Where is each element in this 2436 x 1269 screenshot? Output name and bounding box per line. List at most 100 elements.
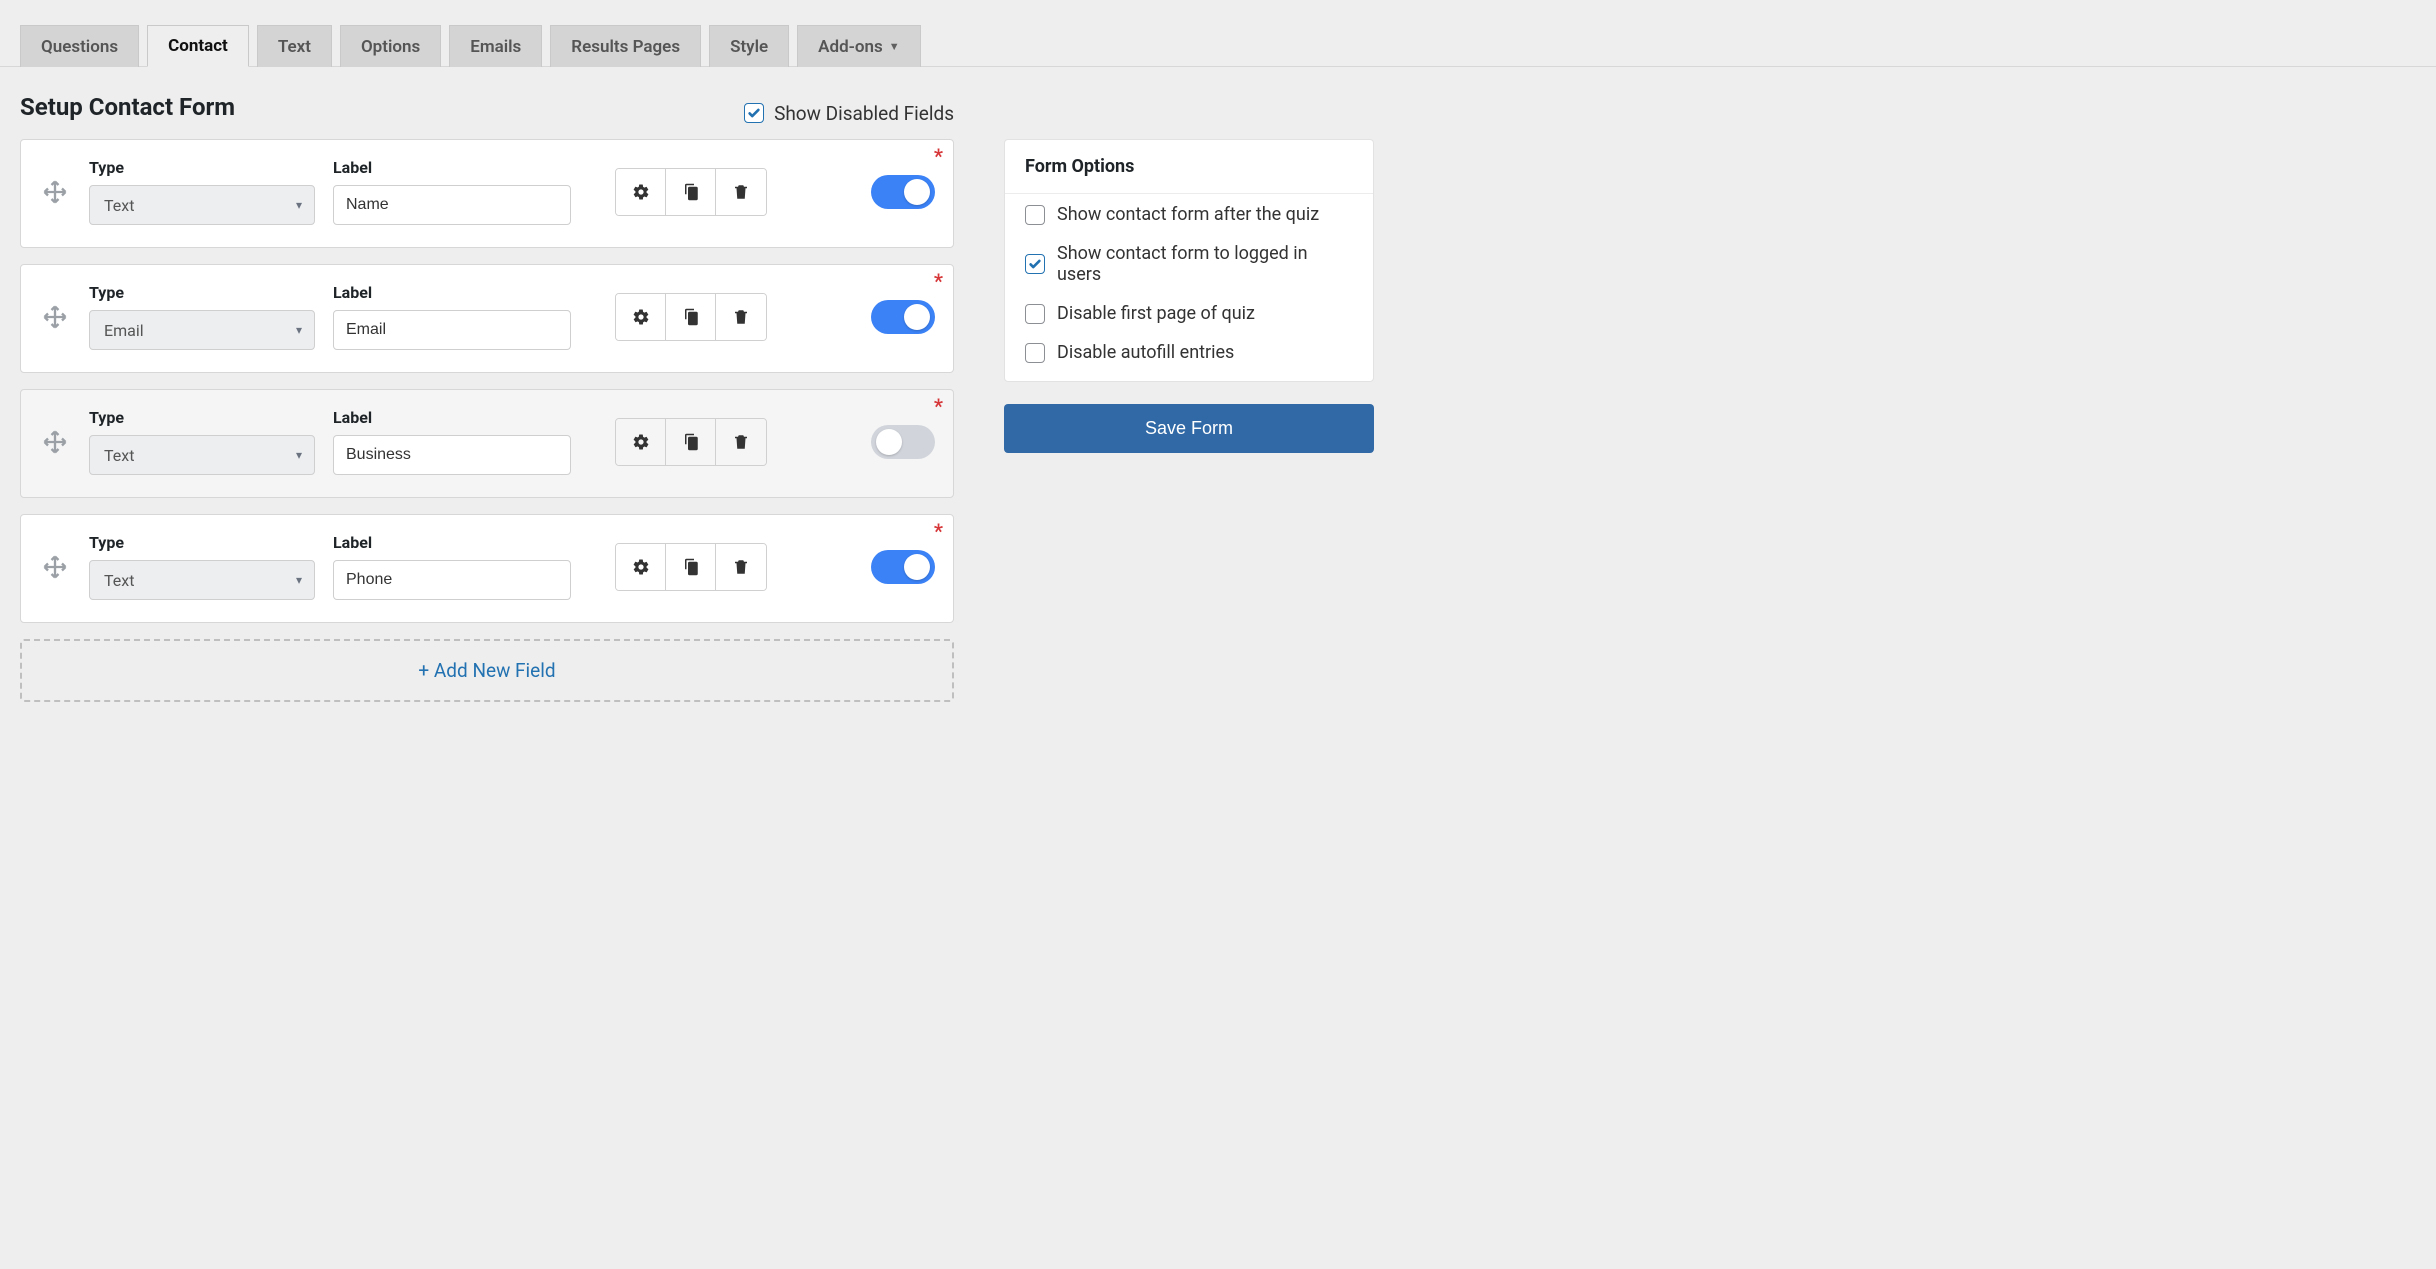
delete-button[interactable] [716, 169, 766, 215]
tab-label: Results Pages [571, 37, 680, 57]
tab-results-pages[interactable]: Results Pages [550, 25, 701, 67]
fields-list: * Type Text ▾ Label [20, 139, 954, 702]
gear-icon [632, 308, 650, 326]
tab-style[interactable]: Style [709, 25, 789, 67]
chevron-down-icon: ▾ [296, 573, 302, 587]
copy-icon [682, 558, 700, 576]
form-options-title: Form Options [1005, 140, 1373, 194]
delete-button[interactable] [716, 294, 766, 340]
drag-handle[interactable] [39, 428, 71, 456]
field-row: * Type Email ▾ Label [20, 264, 954, 373]
label-input[interactable] [333, 435, 571, 475]
duplicate-button[interactable] [666, 294, 716, 340]
duplicate-button[interactable] [666, 169, 716, 215]
check-icon [747, 106, 761, 120]
label-input[interactable] [333, 560, 571, 600]
gear-icon [632, 433, 650, 451]
drag-handle[interactable] [39, 553, 71, 581]
checkbox[interactable] [744, 103, 764, 123]
field-row: * Type Text ▾ Label [20, 514, 954, 623]
copy-icon [682, 183, 700, 201]
type-column-header: Type [89, 283, 315, 302]
tab-emails[interactable]: Emails [449, 25, 542, 67]
enable-toggle[interactable] [871, 425, 935, 459]
tab-label: Options [361, 37, 420, 57]
add-new-field-label: + Add New Field [418, 659, 555, 682]
enable-toggle[interactable] [871, 175, 935, 209]
gear-icon [632, 558, 650, 576]
duplicate-button[interactable] [666, 544, 716, 590]
save-form-label: Save Form [1145, 418, 1233, 438]
type-column-header: Type [89, 533, 315, 552]
tab-label: Add-ons [818, 37, 883, 57]
checkbox[interactable] [1025, 254, 1045, 274]
drag-handle[interactable] [39, 303, 71, 331]
type-select[interactable]: Text ▾ [89, 185, 315, 225]
settings-button[interactable] [616, 169, 666, 215]
add-new-field-button[interactable]: + Add New Field [20, 639, 954, 702]
delete-button[interactable] [716, 544, 766, 590]
tab-text[interactable]: Text [257, 25, 332, 67]
type-column-header: Type [89, 158, 315, 177]
settings-button[interactable] [616, 419, 666, 465]
label-input[interactable] [333, 185, 571, 225]
chevron-down-icon: ▾ [296, 448, 302, 462]
gear-icon [632, 183, 650, 201]
required-indicator: * [934, 521, 943, 541]
checkbox[interactable] [1025, 304, 1045, 324]
trash-icon [732, 433, 750, 451]
type-select[interactable]: Text ▾ [89, 560, 315, 600]
row-actions [615, 293, 767, 341]
move-icon [41, 303, 69, 331]
row-actions [615, 168, 767, 216]
form-options-panel: Form Options Show contact form after the… [1004, 139, 1374, 382]
label-column-header: Label [333, 408, 571, 427]
label-input[interactable] [333, 310, 571, 350]
enable-toggle[interactable] [871, 300, 935, 334]
enable-toggle[interactable] [871, 550, 935, 584]
checkbox[interactable] [1025, 205, 1045, 225]
save-form-button[interactable]: Save Form [1004, 404, 1374, 453]
type-value: Text [104, 571, 134, 590]
row-actions [615, 418, 767, 466]
trash-icon [732, 308, 750, 326]
form-option-label: Disable autofill entries [1057, 342, 1234, 363]
row-actions [615, 543, 767, 591]
settings-button[interactable] [616, 294, 666, 340]
tab-label: Emails [470, 37, 521, 57]
form-option[interactable]: Show contact form to logged in users [1025, 243, 1353, 285]
type-value: Text [104, 446, 134, 465]
settings-button[interactable] [616, 544, 666, 590]
form-option[interactable]: Disable first page of quiz [1025, 303, 1353, 324]
form-option-label: Disable first page of quiz [1057, 303, 1255, 324]
chevron-down-icon: ▾ [296, 198, 302, 212]
checkbox[interactable] [1025, 343, 1045, 363]
type-select[interactable]: Email ▾ [89, 310, 315, 350]
type-select[interactable]: Text ▾ [89, 435, 315, 475]
required-indicator: * [934, 271, 943, 291]
label-column-header: Label [333, 283, 571, 302]
trash-icon [732, 183, 750, 201]
form-option[interactable]: Disable autofill entries [1025, 342, 1353, 363]
tab-label: Style [730, 37, 768, 57]
tab-label: Questions [41, 37, 118, 57]
caret-down-icon: ▼ [889, 40, 900, 53]
type-value: Text [104, 196, 134, 215]
required-indicator: * [934, 396, 943, 416]
tab-contact[interactable]: Contact [147, 25, 249, 67]
delete-button[interactable] [716, 419, 766, 465]
move-icon [41, 553, 69, 581]
type-column-header: Type [89, 408, 315, 427]
tab-addons[interactable]: Add-ons ▼ [797, 25, 920, 67]
tabs: Questions Contact Text Options Emails Re… [0, 0, 2436, 67]
trash-icon [732, 558, 750, 576]
tab-options[interactable]: Options [340, 25, 441, 67]
drag-handle[interactable] [39, 178, 71, 206]
tab-label: Text [278, 37, 311, 57]
show-disabled-fields-toggle[interactable]: Show Disabled Fields [744, 102, 954, 125]
chevron-down-icon: ▾ [296, 323, 302, 337]
required-indicator: * [934, 146, 943, 166]
tab-questions[interactable]: Questions [20, 25, 139, 67]
form-option[interactable]: Show contact form after the quiz [1025, 204, 1353, 225]
duplicate-button[interactable] [666, 419, 716, 465]
